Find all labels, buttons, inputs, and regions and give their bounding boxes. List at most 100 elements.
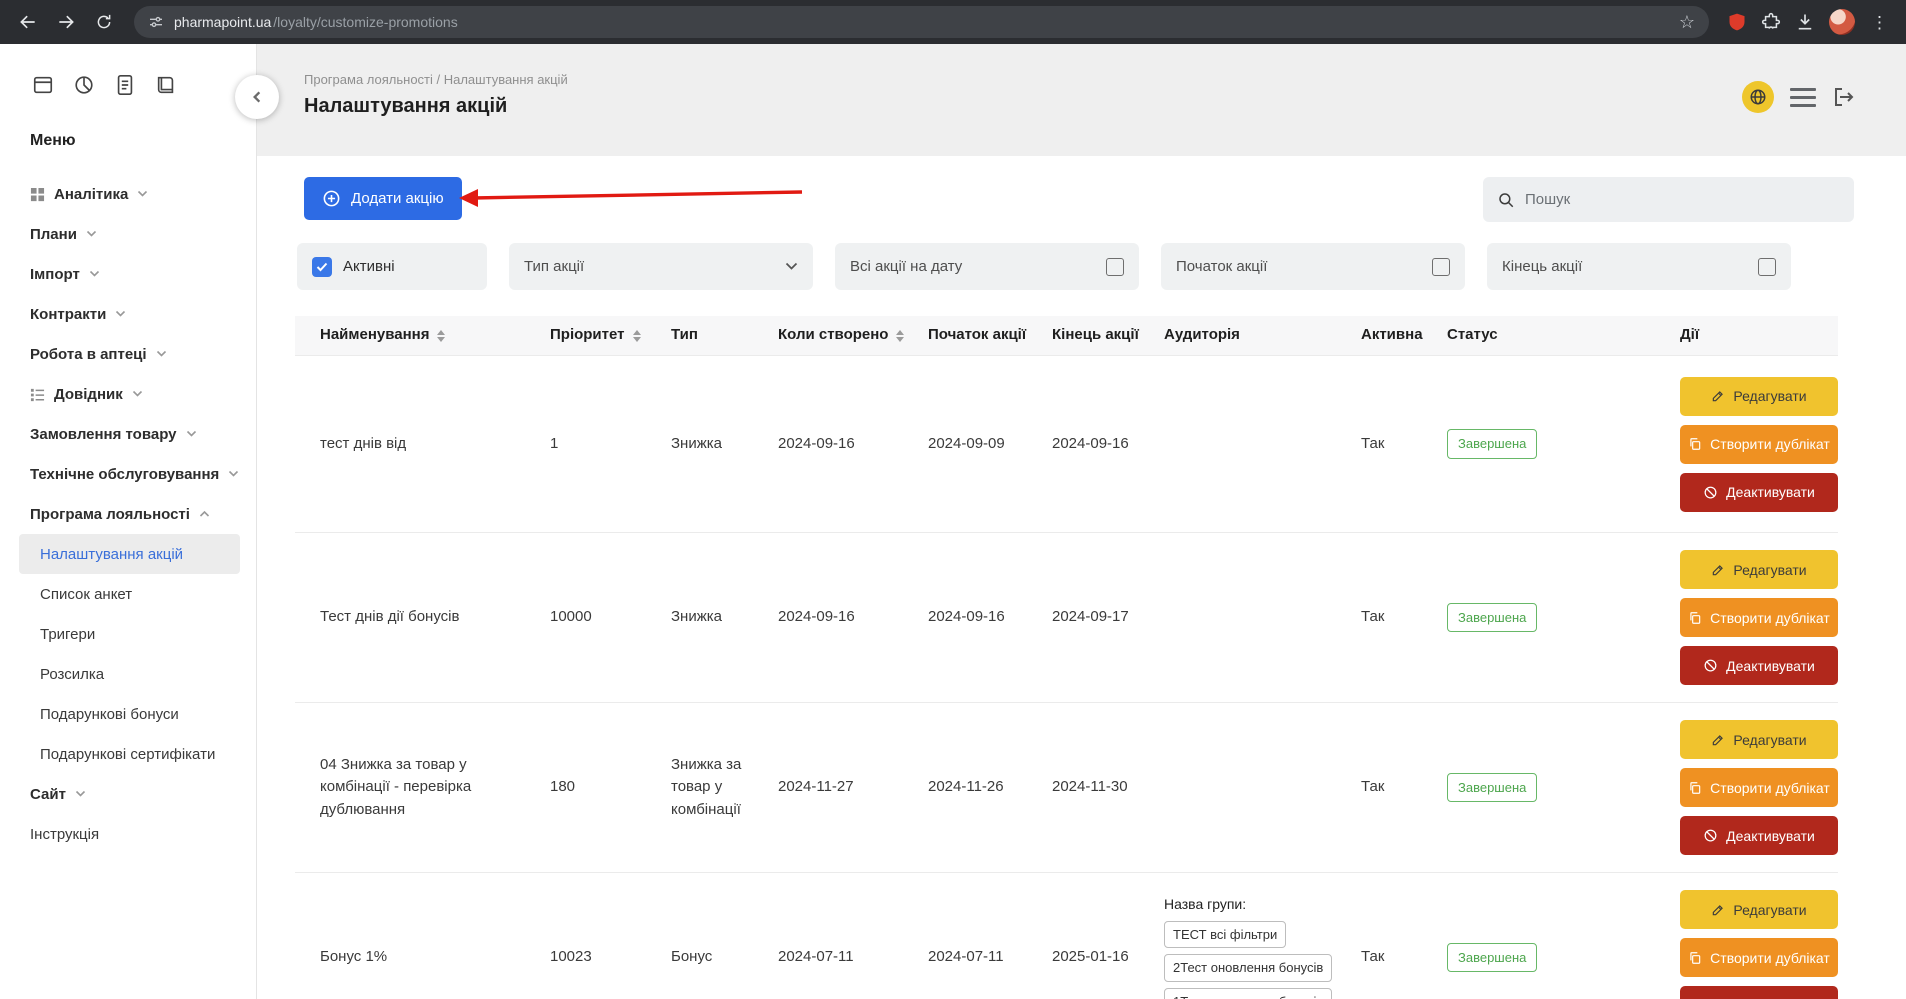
sidebar-item-plans[interactable]: Плани: [0, 214, 256, 254]
sidebar-item-pharmacy-work[interactable]: Робота в аптеці: [0, 334, 256, 374]
url-bar[interactable]: pharmapoint.ua /loyalty/customize-promot…: [134, 6, 1709, 38]
date-picker-icon: [1106, 258, 1124, 276]
sidebar-subitem-promo-settings[interactable]: Налаштування акцій: [19, 534, 240, 574]
sidebar-item-contracts[interactable]: Контракти: [0, 294, 256, 334]
language-globe-icon[interactable]: [1742, 81, 1774, 113]
deactivate-button[interactable]: Деактивувати: [1680, 816, 1838, 855]
col-header-audience: Аудиторія: [1164, 324, 1361, 347]
edit-button[interactable]: Редагувати: [1680, 550, 1838, 589]
deactivate-button[interactable]: Деактивувати: [1680, 646, 1838, 685]
start-date-picker[interactable]: Початок акції: [1161, 243, 1465, 290]
book-icon[interactable]: [153, 72, 179, 98]
sort-icon[interactable]: [437, 330, 445, 342]
edit-button[interactable]: Редагувати: [1680, 890, 1838, 929]
promotion-type-value: Тип акції: [524, 258, 584, 275]
audience-tag: ТЕСТ всі фільтри: [1164, 921, 1286, 949]
table-row: Тест днів дії бонусів 10000 Знижка 2024-…: [295, 532, 1838, 702]
window-icon[interactable]: [30, 72, 56, 98]
cell-created: 2024-09-16: [778, 433, 928, 456]
edit-button[interactable]: Редагувати: [1680, 720, 1838, 759]
sidebar-item-label: Імпорт: [30, 266, 80, 283]
sidebar-item-label: Довідник: [54, 386, 123, 403]
col-header-status: Статус: [1447, 324, 1680, 347]
browser-menu-icon[interactable]: ⋮: [1869, 14, 1890, 31]
forward-icon[interactable]: [50, 6, 82, 38]
table-row: 04 Знижка за товар у комбінації - переві…: [295, 702, 1838, 872]
active-filter[interactable]: Активні: [297, 243, 487, 290]
sidebar-subitem-label: Подарункові сертифікати: [40, 746, 215, 763]
back-icon[interactable]: [12, 6, 44, 38]
search-box[interactable]: [1483, 177, 1854, 222]
cell-status: Завершена: [1447, 603, 1680, 633]
col-header-end: Кінець акції: [1052, 324, 1164, 347]
edit-button[interactable]: Редагувати: [1680, 377, 1838, 416]
chevron-down-icon: [228, 470, 239, 478]
duplicate-button[interactable]: Створити дублікат: [1680, 938, 1838, 977]
end-date-picker[interactable]: Кінець акції: [1487, 243, 1791, 290]
deactivate-button[interactable]: Деактивувати: [1680, 986, 1838, 999]
date-picker-icon: [1432, 258, 1450, 276]
cell-active: Так: [1361, 606, 1447, 629]
sidebar-item-analytics[interactable]: Аналітика: [0, 174, 256, 214]
downloads-icon[interactable]: [1795, 12, 1815, 32]
sidebar-item-maintenance[interactable]: Технічне обслуговування: [0, 454, 256, 494]
add-promotion-button[interactable]: Додати акцію: [304, 177, 462, 220]
deactivate-button[interactable]: Деактивувати: [1680, 473, 1838, 512]
grid-icon: [30, 187, 45, 202]
end-date-value: Кінець акції: [1502, 258, 1582, 275]
sort-icon[interactable]: [896, 330, 904, 342]
menu-hamburger-icon[interactable]: [1790, 88, 1816, 107]
status-badge: Завершена: [1447, 943, 1537, 973]
extensions-puzzle-icon[interactable]: [1761, 12, 1781, 32]
sidebar-item-label: Аналітика: [54, 186, 128, 203]
sidebar-subitem-triggers[interactable]: Тригери: [0, 614, 256, 654]
table-header: Найменування Пріоритет Тип Коли створено…: [295, 316, 1838, 355]
sidebar-subitem-label: Подарункові бонуси: [40, 706, 179, 723]
sort-icon[interactable]: [633, 330, 641, 342]
cell-status: Завершена: [1447, 943, 1680, 973]
duplicate-button[interactable]: Створити дублікат: [1680, 768, 1838, 807]
cell-audience: Назва групи: ТЕСТ всі фільтри 2Тест онов…: [1164, 894, 1361, 999]
cell-active: Так: [1361, 433, 1447, 456]
col-header-priority[interactable]: Пріоритет: [550, 324, 671, 347]
sidebar-item-instruction[interactable]: Інструкція: [0, 814, 256, 854]
sidebar-subitem-questionnaires[interactable]: Список анкет: [0, 574, 256, 614]
sidebar-item-site[interactable]: Сайт: [0, 774, 256, 814]
duplicate-button[interactable]: Створити дублікат: [1680, 598, 1838, 637]
cell-priority: 180: [550, 776, 671, 799]
sidebar-subitem-gift-certificates[interactable]: Подарункові сертифікати: [0, 734, 256, 774]
sidebar-subitem-label: Налаштування акцій: [40, 546, 183, 563]
sidebar-item-loyalty-program[interactable]: Програма лояльності: [0, 494, 256, 534]
profile-avatar[interactable]: [1829, 9, 1855, 35]
collapse-sidebar-button[interactable]: [235, 75, 279, 119]
search-icon: [1497, 191, 1515, 209]
sidebar-item-label: Технічне обслуговування: [30, 466, 219, 483]
sidebar-subitem-gift-bonuses[interactable]: Подарункові бонуси: [0, 694, 256, 734]
sidebar-item-goods-order[interactable]: Замовлення товару: [0, 414, 256, 454]
chevron-down-icon: [186, 430, 197, 438]
adblock-extension-icon[interactable]: [1727, 12, 1747, 32]
active-checkbox[interactable]: [312, 257, 332, 277]
logout-icon[interactable]: [1832, 85, 1856, 109]
sidebar-item-import[interactable]: Імпорт: [0, 254, 256, 294]
date-picker-icon: [1758, 258, 1776, 276]
col-header-name[interactable]: Найменування: [295, 324, 550, 347]
cell-start: 2024-09-09: [928, 433, 1052, 456]
add-promotion-label: Додати акцію: [351, 190, 444, 207]
all-on-date-picker[interactable]: Всі акції на дату: [835, 243, 1139, 290]
cell-actions: Редагувати Створити дублікат Деактивуват…: [1680, 703, 1838, 872]
menu-title: Меню: [30, 132, 256, 150]
reload-icon[interactable]: [88, 6, 120, 38]
bookmark-star-icon[interactable]: ☆: [1679, 13, 1695, 31]
site-info-icon[interactable]: [148, 14, 164, 30]
duplicate-button[interactable]: Створити дублікат: [1680, 425, 1838, 464]
chevron-down-icon: [115, 310, 126, 318]
cell-actions: Редагувати Створити дублікат Деактивуват…: [1680, 360, 1838, 529]
sidebar-subitem-mailing[interactable]: Розсилка: [0, 654, 256, 694]
document-icon[interactable]: [112, 72, 138, 98]
search-input[interactable]: [1525, 191, 1840, 208]
sidebar-item-directory[interactable]: Довідник: [0, 374, 256, 414]
col-header-created[interactable]: Коли створено: [778, 324, 928, 347]
promotion-type-select[interactable]: Тип акції: [509, 243, 813, 290]
pie-chart-icon[interactable]: [71, 72, 97, 98]
